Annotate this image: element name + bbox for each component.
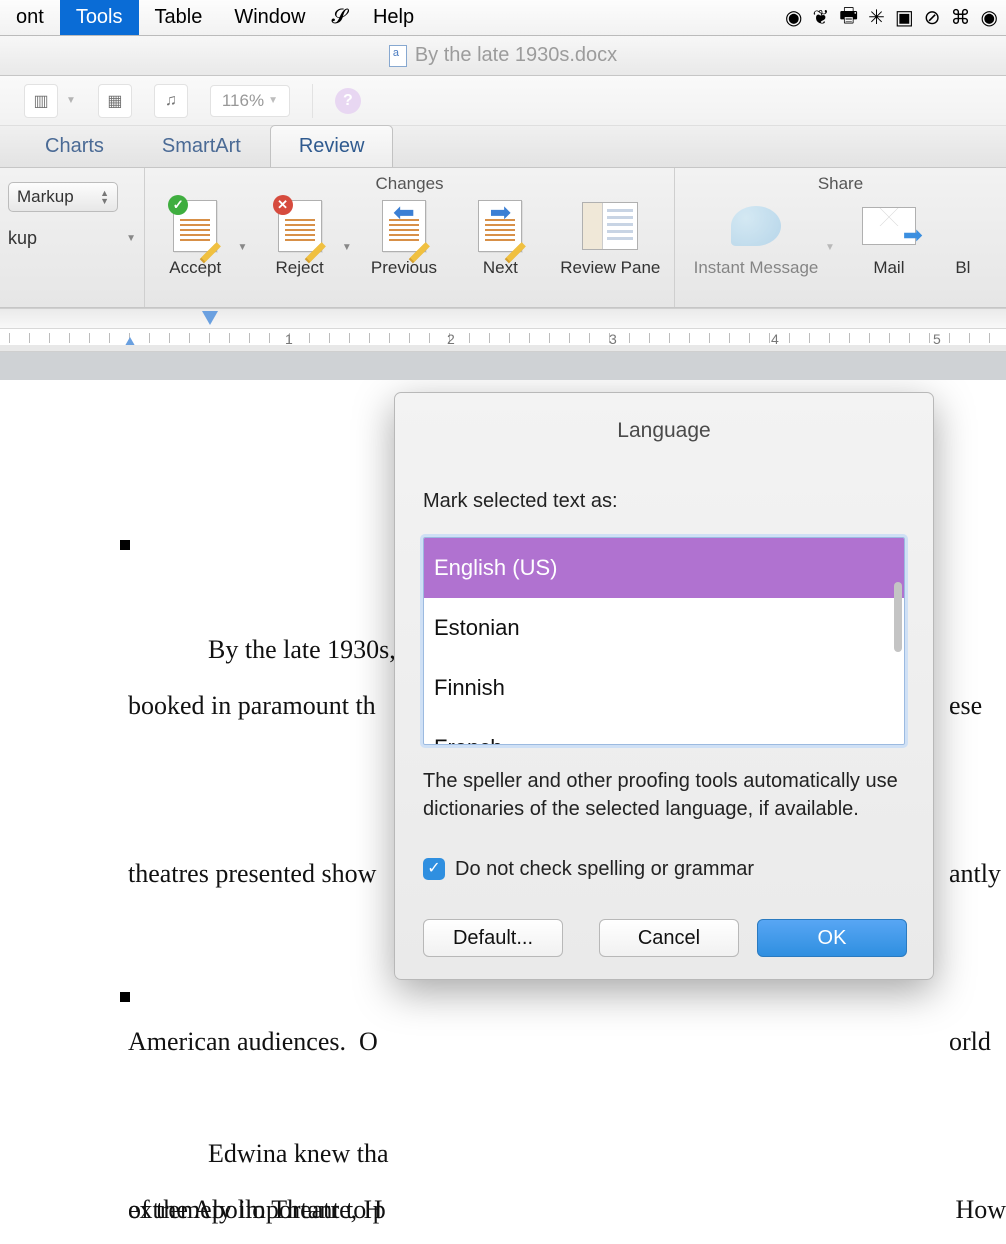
menu-item-window[interactable]: Window bbox=[218, 0, 321, 35]
review-pane-label: Review Pane bbox=[560, 258, 660, 278]
ribbon-section-share: Share Instant Message ▼ ➡ Mail Bl bbox=[675, 168, 1006, 307]
zoom-level[interactable]: 116% ▼ bbox=[210, 85, 290, 117]
language-listbox[interactable]: English (US) Estonian Finnish French Fre… bbox=[423, 537, 905, 745]
accept-label: Accept bbox=[169, 258, 221, 278]
previous-button[interactable]: ⬅ Previous bbox=[360, 198, 448, 278]
ribbon-tabs: Charts SmartArt Review bbox=[0, 126, 1006, 168]
language-option-finnish[interactable]: Finnish bbox=[424, 658, 904, 718]
chevron-down-icon: ▼ bbox=[268, 95, 278, 106]
reject-button[interactable]: ✕ Reject bbox=[255, 198, 343, 278]
previous-label: Previous bbox=[371, 258, 437, 278]
accept-button[interactable]: ✓ Accept bbox=[151, 198, 239, 278]
sidebar-toggle-icon[interactable]: ▥ bbox=[24, 84, 58, 118]
document-body-text: extremely important to p bbox=[128, 1070, 386, 1244]
mail-label: Mail bbox=[873, 258, 904, 278]
section-title-changes: Changes bbox=[151, 172, 668, 198]
menubar: ont Tools Table Window 𝓢 Help ◉ ❦ 🖶 ✳ ▣ … bbox=[0, 0, 1006, 36]
menubar-status-icons: ◉ ❦ 🖶 ✳ ▣ ⊘ ⌘ ◉ bbox=[785, 1, 1006, 35]
document-file-icon bbox=[389, 45, 407, 67]
keyboard-shortcut-icon[interactable]: ⌘ bbox=[951, 5, 971, 30]
instant-message-label: Instant Message bbox=[694, 258, 819, 278]
brightness-icon[interactable]: ✳ bbox=[868, 5, 885, 30]
toolbar-divider bbox=[312, 84, 313, 118]
next-label: Next bbox=[483, 258, 518, 278]
menu-item-help[interactable]: Help bbox=[357, 0, 430, 35]
blog-button-partial[interactable]: Bl bbox=[943, 198, 983, 278]
display-icon[interactable]: ▣ bbox=[895, 5, 914, 30]
document-filename: By the late 1930s.docx bbox=[415, 44, 617, 67]
paragraph-mark-icon bbox=[120, 540, 130, 550]
ribbon-section-changes: Changes ✓ Accept ▼ ✕ Reject ▼ ⬅ Previous… bbox=[145, 168, 675, 307]
chevron-down-icon[interactable]: ▼ bbox=[342, 242, 352, 253]
reject-label: Reject bbox=[275, 258, 323, 278]
dialog-label: Mark selected text as: bbox=[423, 473, 905, 529]
language-dialog: Language Mark selected text as: English … bbox=[394, 392, 934, 980]
instant-message-button[interactable]: Instant Message bbox=[681, 198, 831, 278]
markup-options-dropdown[interactable]: kup ▼ bbox=[8, 228, 136, 249]
checkbox-label: Do not check spelling or grammar bbox=[455, 841, 754, 897]
tab-smartart[interactable]: SmartArt bbox=[133, 125, 270, 167]
document-body-text-right: ese antly orld How The laye ness nous bbox=[949, 566, 1006, 1244]
evernote-icon[interactable]: ❦ bbox=[812, 5, 829, 30]
window-titlebar: By the late 1930s.docx bbox=[0, 36, 1006, 76]
media-browser-icon[interactable]: ♫ bbox=[154, 84, 188, 118]
checkbox-checked-icon[interactable]: ✓ bbox=[423, 858, 445, 880]
menu-item-table[interactable]: Table bbox=[139, 0, 219, 35]
dialog-title: Language bbox=[395, 393, 933, 473]
ribbon-tracking-group: Markup ▲▼ kup ▼ bbox=[0, 168, 145, 307]
tab-review[interactable]: Review bbox=[270, 125, 394, 167]
chevron-down-icon[interactable]: ▼ bbox=[825, 242, 835, 253]
markup-dropdown-label: Markup bbox=[17, 187, 74, 207]
default-button[interactable]: Default... bbox=[423, 919, 563, 957]
camera-icon[interactable]: ◉ bbox=[981, 5, 998, 30]
layout-icon[interactable]: ▦ bbox=[98, 84, 132, 118]
help-icon[interactable]: ? bbox=[335, 88, 361, 114]
menu-item-ont[interactable]: ont bbox=[0, 0, 60, 35]
ribbon: Markup ▲▼ kup ▼ Changes ✓ Accept ▼ ✕ Rej… bbox=[0, 168, 1006, 308]
cancel-button[interactable]: Cancel bbox=[599, 919, 739, 957]
review-pane-button[interactable]: Review Pane bbox=[553, 198, 668, 278]
script-menu-icon[interactable]: 𝓢 bbox=[321, 6, 356, 29]
section-title-share: Share bbox=[681, 172, 1000, 198]
markup-dropdown[interactable]: Markup ▲▼ bbox=[8, 182, 118, 212]
tab-charts[interactable]: Charts bbox=[16, 125, 133, 167]
zoom-value: 116% bbox=[222, 91, 264, 111]
scrollbar-thumb[interactable] bbox=[894, 582, 902, 652]
language-option-french[interactable]: French bbox=[424, 718, 904, 745]
keychain-icon[interactable]: ◉ bbox=[785, 5, 802, 30]
document-background-gap bbox=[0, 352, 1006, 380]
document-page[interactable]: By the late 1930s, African American perf… bbox=[0, 380, 1006, 1244]
next-button[interactable]: ➡ Next bbox=[456, 198, 544, 278]
chevron-down-icon[interactable]: ▼ bbox=[237, 242, 247, 253]
dropdown-arrow-icon[interactable]: ▼ bbox=[66, 95, 76, 106]
mail-button[interactable]: ➡ Mail bbox=[843, 198, 935, 278]
horizontal-ruler[interactable]: 1 2 3 4 5 bbox=[0, 308, 1006, 352]
markup-options-label: kup bbox=[8, 228, 37, 249]
language-option-english-us[interactable]: English (US) bbox=[424, 538, 904, 598]
dialog-description: The speller and other proofing tools aut… bbox=[423, 767, 905, 823]
menu-item-tools[interactable]: Tools bbox=[60, 0, 139, 35]
ok-button[interactable]: OK bbox=[757, 919, 907, 957]
spelling-checkbox-row[interactable]: ✓ Do not check spelling or grammar bbox=[423, 841, 905, 897]
blog-label: Bl bbox=[955, 258, 970, 278]
quick-toolbar: ▥ ▼ ▦ ♫ 116% ▼ ? bbox=[0, 76, 1006, 126]
stepper-icon: ▲▼ bbox=[100, 189, 109, 205]
language-option-estonian[interactable]: Estonian bbox=[424, 598, 904, 658]
block-icon[interactable]: ⊘ bbox=[924, 5, 941, 30]
printer-icon[interactable]: 🖶 bbox=[839, 1, 858, 35]
chevron-down-icon: ▼ bbox=[126, 233, 136, 244]
